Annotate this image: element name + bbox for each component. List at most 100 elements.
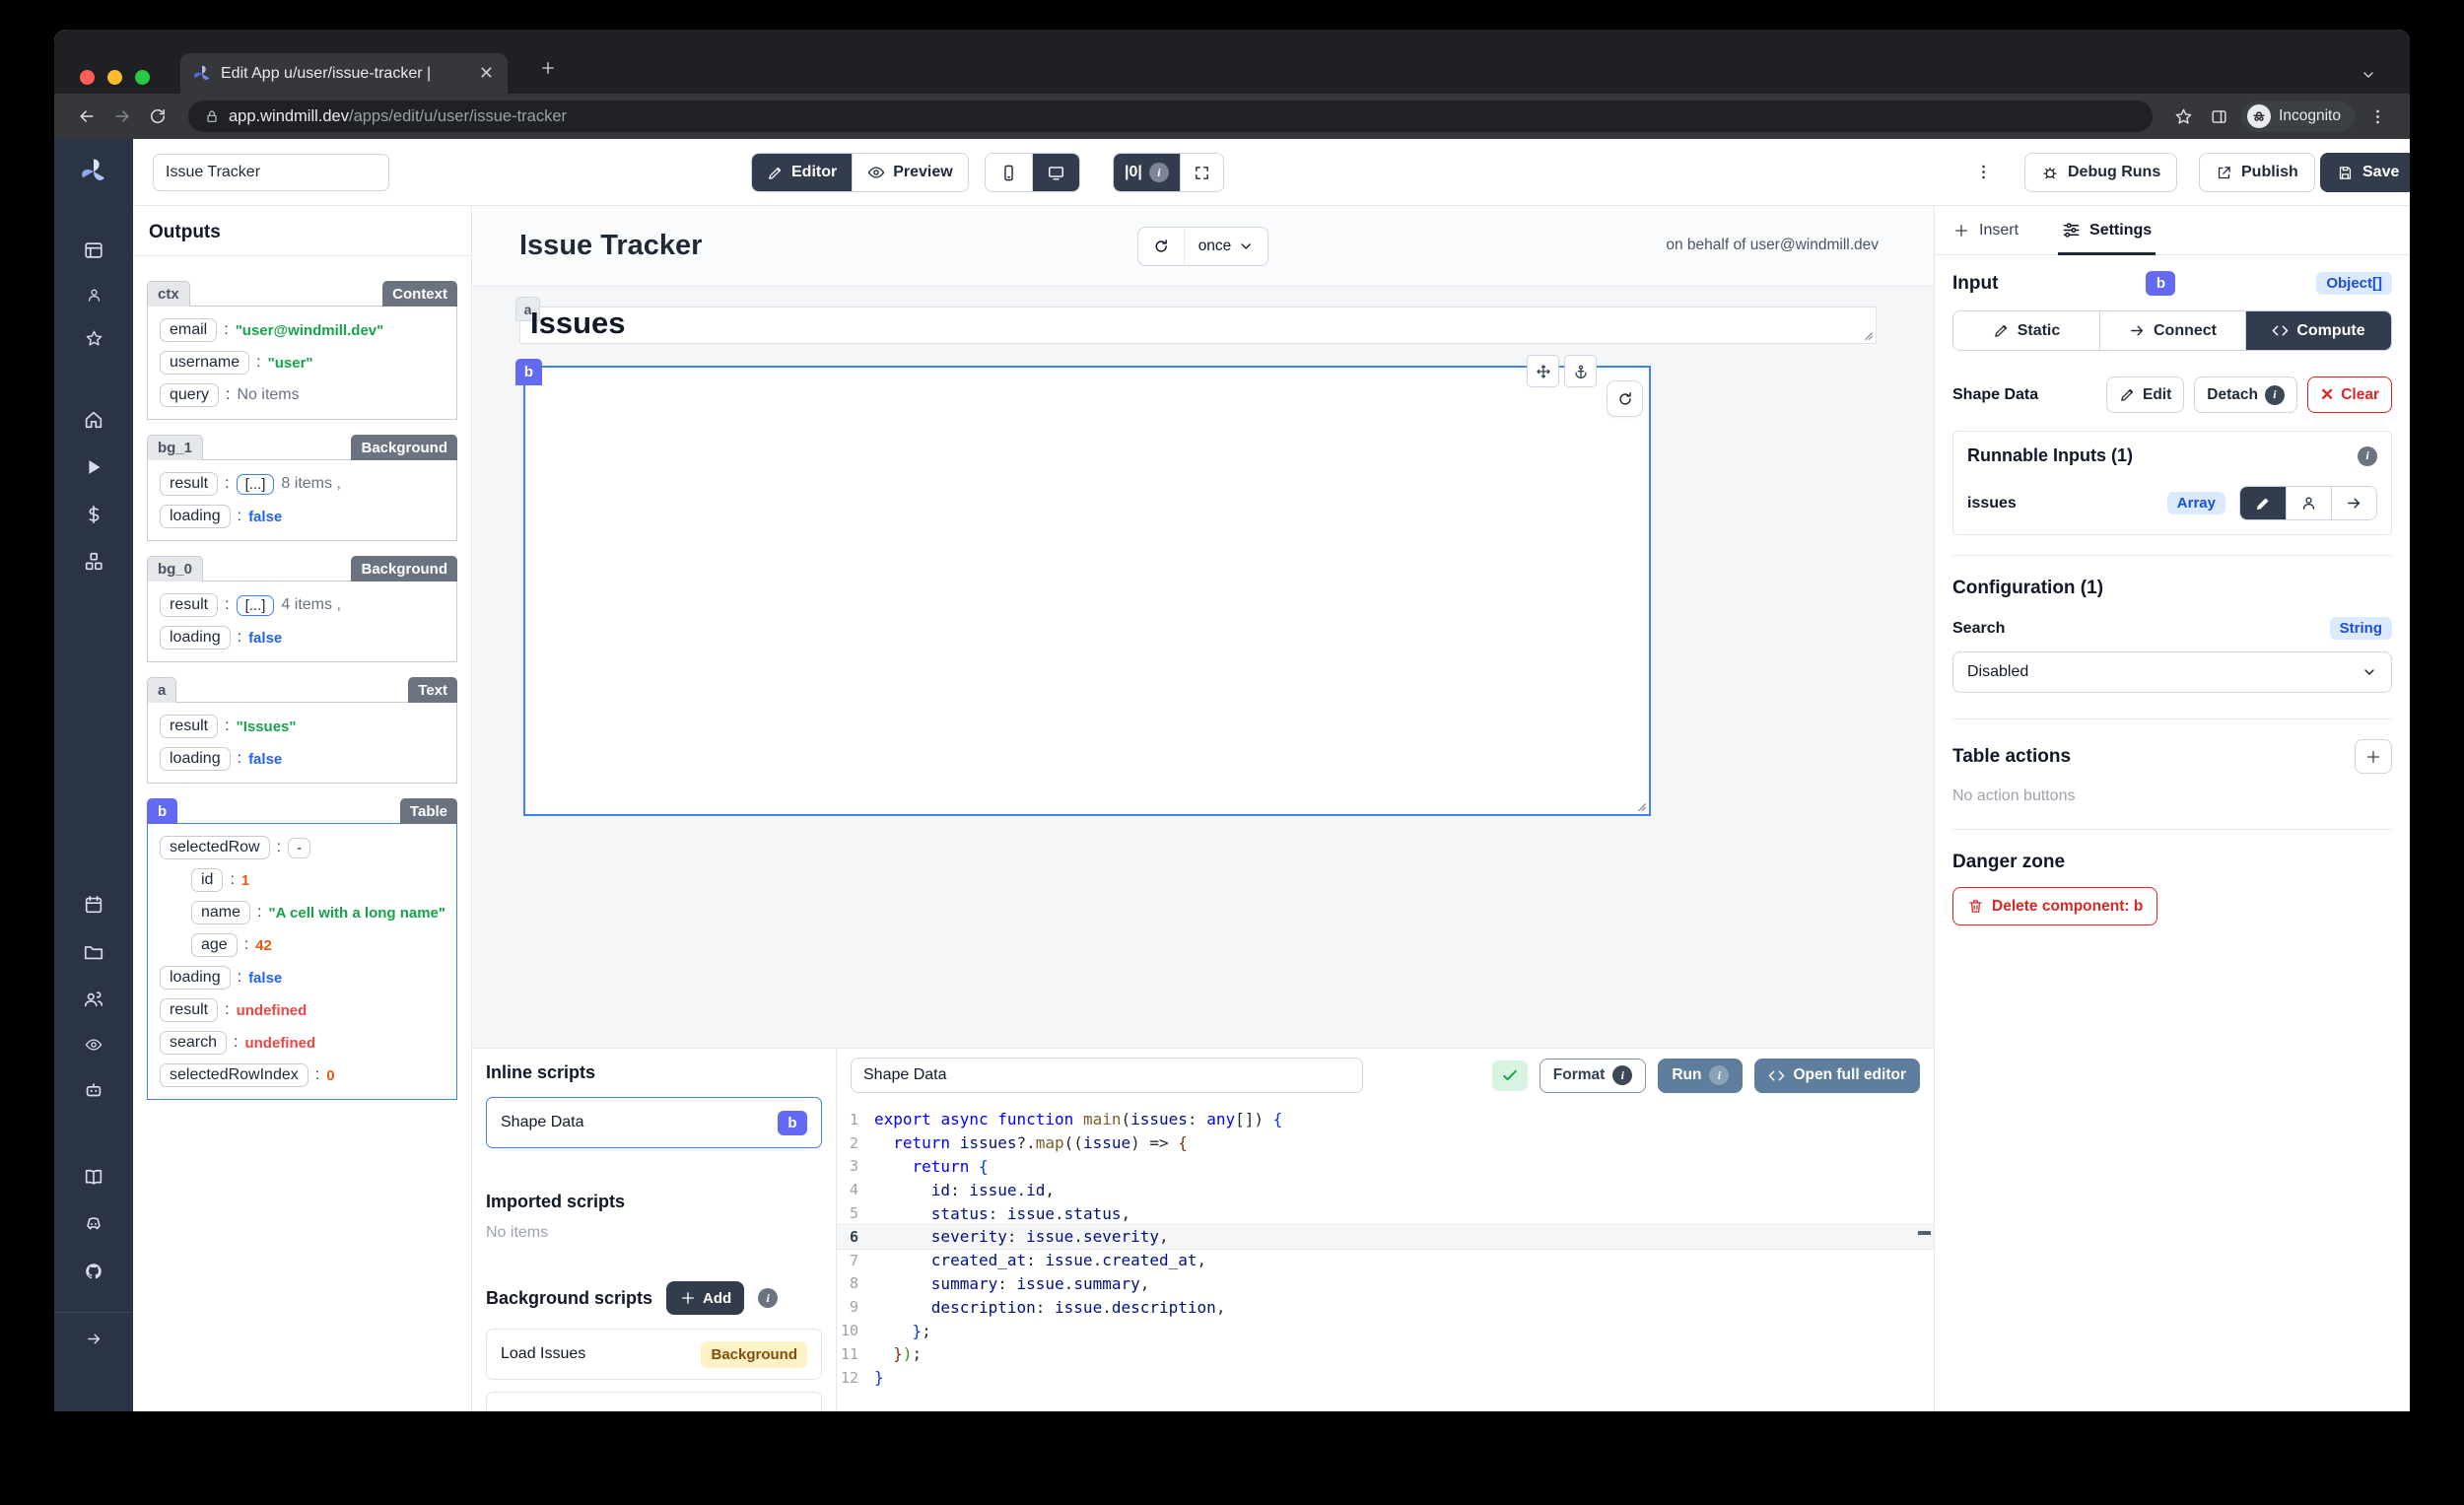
side-panel-icon[interactable] [2206,107,2231,126]
tab-settings[interactable]: Settings [2062,206,2152,254]
output-entry[interactable]: selectedRow:- [160,836,445,859]
output-key[interactable]: result [160,472,218,496]
clear-script-button[interactable]: ✕Clear [2307,376,2392,413]
fullscreen-button[interactable] [1180,154,1223,191]
resources-cubes-icon[interactable] [54,551,133,573]
output-value[interactable]: [...] [237,595,275,616]
star-icon[interactable] [54,329,133,348]
output-key[interactable]: age [191,933,238,957]
static-mode-button[interactable]: Static [1953,311,2099,350]
code-line[interactable]: 6 severity: issue.severity, [837,1225,1934,1249]
app-window-icon[interactable] [54,239,133,261]
user-input-icon-button[interactable] [2286,487,2331,519]
output-key[interactable]: query [160,383,219,407]
url-bar[interactable]: app.windmill.dev/apps/edit/u/user/issue-… [188,101,2153,132]
output-entry[interactable]: result:[...]8 items , [160,472,445,496]
output-key[interactable]: email [160,318,217,342]
output-key[interactable]: loading [160,626,231,650]
script-name-input[interactable] [851,1058,1363,1093]
eye-icon[interactable] [54,1036,133,1054]
output-entry[interactable]: email:"user@windmill.dev" [160,318,445,342]
delete-component-button[interactable]: Delete component: b [1952,887,2157,925]
publish-button[interactable]: Publish [2199,153,2315,192]
discord-icon[interactable] [54,1213,133,1235]
output-key[interactable]: name [191,901,250,924]
background-script-item-partial[interactable] [486,1392,822,1411]
output-entry[interactable]: selectedRowIndex:0 [160,1063,445,1087]
output-entry[interactable]: age:42 [160,933,445,957]
editor-mode-button[interactable]: Editor [752,154,852,191]
mobile-view-button[interactable] [986,154,1032,191]
output-key[interactable]: loading [160,505,231,528]
output-key[interactable]: selectedRow [160,836,270,859]
output-key[interactable]: loading [160,966,231,990]
schedules-calendar-icon[interactable] [54,894,133,916]
search-mode-select[interactable]: Disabled [1952,651,2392,693]
minimize-window-light[interactable] [107,70,122,85]
code-line[interactable]: 5 status: issue.status, [837,1201,1934,1225]
edit-script-button[interactable]: Edit [2106,376,2184,413]
output-card-id[interactable]: a [147,677,176,703]
anchor-component-button[interactable] [1564,355,1597,387]
static-edit-icon-button[interactable] [2240,487,2286,519]
code-line[interactable]: 3 return { [837,1155,1934,1179]
tab-close-icon[interactable]: ✕ [477,63,496,84]
add-table-action-button[interactable] [2355,739,2392,774]
robot-icon[interactable] [54,1079,133,1101]
app-canvas[interactable]: a Issues b [472,287,1934,1048]
app-name-input[interactable] [153,154,389,191]
output-card-bg_0[interactable]: bg_0Backgroundresult:[...]4 items ,loadi… [147,581,457,662]
desktop-view-button[interactable] [1032,154,1079,191]
close-window-light[interactable] [80,70,95,85]
code-editor[interactable]: 1export async function main(issues: any[… [837,1102,1934,1411]
output-card-bg_1[interactable]: bg_1Backgroundresult:[...]8 items ,loadi… [147,459,457,541]
output-card-id[interactable]: ctx [147,281,190,307]
output-card-id[interactable]: b [147,798,177,824]
output-key[interactable]: username [160,351,249,375]
code-line[interactable]: 7 created_at: issue.created_at, [837,1249,1934,1272]
connect-mode-button[interactable]: Connect [2099,311,2245,350]
output-entry[interactable]: id:1 [160,868,445,892]
detach-script-button[interactable]: Detachi [2194,376,2297,413]
browser-tab[interactable]: Edit App u/user/issue-tracker | ✕ [180,53,508,94]
tab-insert[interactable]: Insert [1952,206,2019,254]
groups-icon[interactable] [54,989,133,1010]
compute-mode-button[interactable]: Compute [2245,311,2391,350]
output-entry[interactable]: result:undefined [160,998,445,1022]
connect-output-icon-button[interactable] [2331,487,2376,519]
docs-book-icon[interactable] [54,1166,133,1188]
maximize-window-light[interactable] [135,70,150,85]
run-button[interactable]: Runi [1658,1059,1743,1093]
traffic-lights[interactable] [80,70,150,85]
table-component-b[interactable] [523,366,1651,816]
output-entry[interactable]: result:"Issues" [160,715,445,738]
bookmark-star-icon[interactable] [2170,107,2196,126]
code-line[interactable]: 8 summary: issue.summary, [837,1272,1934,1296]
code-line[interactable]: 2 return issues?.map((issue) => { [837,1131,1934,1155]
resize-handle-icon[interactable] [1861,328,1874,341]
output-entry[interactable]: username:"user" [160,351,445,375]
runs-play-icon[interactable] [54,456,133,478]
output-entry[interactable]: loading:false [160,626,445,650]
save-button[interactable]: Save [2320,153,2410,192]
output-key[interactable]: result [160,715,218,738]
output-value[interactable]: - [288,838,310,858]
code-line[interactable]: 1export async function main(issues: any[… [837,1108,1934,1131]
component-b-tab[interactable]: b [515,359,542,385]
text-component-a[interactable]: a Issues [519,307,1877,344]
output-entry[interactable]: result:[...]4 items , [160,593,445,617]
dollar-icon[interactable] [54,504,133,525]
output-card-a[interactable]: aTextresult:"Issues"loading:false [147,702,457,784]
output-card-ctx[interactable]: ctxContextemail:"user@windmill.dev"usern… [147,306,457,420]
refresh-mode-dropdown[interactable]: once [1184,228,1268,265]
add-background-script-button[interactable]: Add [666,1281,744,1315]
output-key[interactable]: search [160,1031,227,1055]
output-key[interactable]: result [160,998,218,1022]
output-key[interactable]: loading [160,747,231,771]
output-key[interactable]: selectedRowIndex [160,1063,308,1087]
forward-icon[interactable] [109,106,135,126]
folders-icon[interactable] [54,941,133,963]
reload-icon[interactable] [145,106,171,126]
output-entry[interactable]: loading:false [160,505,445,528]
output-value[interactable]: [...] [237,474,275,495]
